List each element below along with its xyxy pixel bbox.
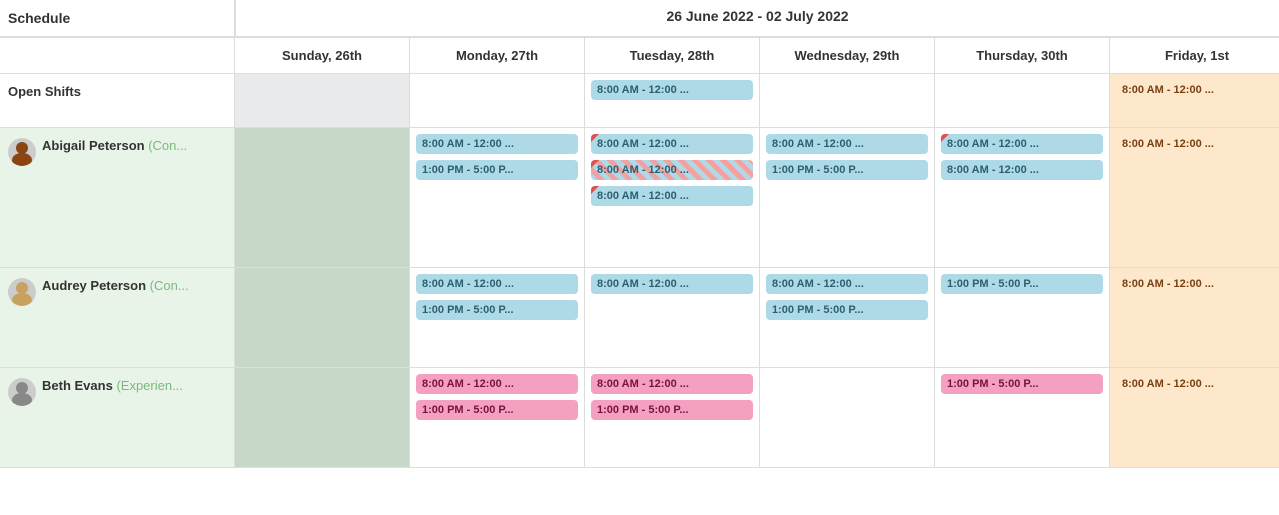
beth-tue: 8:00 AM - 12:00 ... 1:00 PM - 5:00 P... xyxy=(585,368,760,468)
shift-block[interactable]: 8:00 AM - 12:00 ... xyxy=(416,274,578,294)
open-shifts-wed xyxy=(760,74,935,128)
shift-block[interactable]: 8:00 AM - 12:00 ... xyxy=(941,160,1103,180)
open-shifts-fri: 8:00 AM - 12:00 ... xyxy=(1110,74,1279,128)
audrey-fri: 8:00 AM - 12:00 ... xyxy=(1110,268,1279,368)
shift-block[interactable]: 8:00 AM - 12:00 ... xyxy=(1116,134,1278,154)
shift-block[interactable]: 1:00 PM - 5:00 P... xyxy=(766,300,928,320)
beth-sun xyxy=(235,368,410,468)
shift-block[interactable]: 8:00 AM - 12:00 ... xyxy=(1116,374,1278,394)
shift-block[interactable]: 8:00 AM - 12:00 ... xyxy=(766,274,928,294)
audrey-sun xyxy=(235,268,410,368)
beth-fri: 8:00 AM - 12:00 ... xyxy=(1110,368,1279,468)
shift-block[interactable]: 8:00 AM - 12:00 ... xyxy=(766,134,928,154)
shift-block[interactable]: 8:00 AM - 12:00 ... xyxy=(941,134,1103,154)
shift-block[interactable]: 8:00 AM - 12:00 ... xyxy=(591,134,753,154)
shift-block[interactable]: 8:00 AM - 12:00 ... xyxy=(591,186,753,206)
shift-block[interactable]: 8:00 AM - 12:00 ... xyxy=(591,374,753,394)
employee-name-abigail: Abigail Peterson xyxy=(42,138,145,153)
shift-block[interactable]: 1:00 PM - 5:00 P... xyxy=(416,300,578,320)
avatar-abigail xyxy=(8,138,36,166)
col-header-fri: Friday, 1st xyxy=(1110,38,1279,74)
date-range: 26 June 2022 - 02 July 2022 xyxy=(235,0,1279,37)
employee-role-audrey: (Con... xyxy=(150,278,189,293)
shift-block[interactable]: 8:00 AM - 12:00 ... xyxy=(591,274,753,294)
audrey-mon: 8:00 AM - 12:00 ... 1:00 PM - 5:00 P... xyxy=(410,268,585,368)
shift-block[interactable]: 1:00 PM - 5:00 P... xyxy=(766,160,928,180)
avatar-audrey xyxy=(8,278,36,306)
open-shifts-sun xyxy=(235,74,410,128)
schedule-container: Schedule 26 June 2022 - 02 July 2022 Sun… xyxy=(0,0,1279,468)
col-header-wed: Wednesday, 29th xyxy=(760,38,935,74)
employee-role-abigail: (Con... xyxy=(148,138,187,153)
employee-role-beth: (Experien... xyxy=(116,378,182,393)
employee-name-beth: Beth Evans xyxy=(42,378,113,393)
avatar-beth xyxy=(8,378,36,406)
col-header-sun: Sunday, 26th xyxy=(235,38,410,74)
employee-name-audrey: Audrey Peterson xyxy=(42,278,146,293)
abigail-mon: 8:00 AM - 12:00 ... 1:00 PM - 5:00 P... xyxy=(410,128,585,268)
schedule-title: Schedule xyxy=(0,0,235,37)
beth-wed xyxy=(760,368,935,468)
beth-mon: 8:00 AM - 12:00 ... 1:00 PM - 5:00 P... xyxy=(410,368,585,468)
shift-block[interactable]: 1:00 PM - 5:00 P... xyxy=(416,160,578,180)
beth-thu: 1:00 PM - 5:00 P... xyxy=(935,368,1110,468)
audrey-thu: 1:00 PM - 5:00 P... xyxy=(935,268,1110,368)
col-header-tue: Tuesday, 28th xyxy=(585,38,760,74)
abigail-sun xyxy=(235,128,410,268)
audrey-wed: 8:00 AM - 12:00 ... 1:00 PM - 5:00 P... xyxy=(760,268,935,368)
shift-block[interactable]: 8:00 AM - 12:00 ... xyxy=(1116,80,1278,100)
employee-row-label-audrey: Audrey Peterson (Con... xyxy=(0,268,235,368)
empty-header-cell xyxy=(0,38,235,74)
abigail-thu: 8:00 AM - 12:00 ... 8:00 AM - 12:00 ... xyxy=(935,128,1110,268)
abigail-fri: 8:00 AM - 12:00 ... xyxy=(1110,128,1279,268)
open-shifts-mon xyxy=(410,74,585,128)
open-shifts-tue: 8:00 AM - 12:00 ... xyxy=(585,74,760,128)
open-shifts-label: Open Shifts xyxy=(0,74,235,128)
shift-block[interactable]: 1:00 PM - 5:00 P... xyxy=(941,374,1103,394)
col-header-mon: Monday, 27th xyxy=(410,38,585,74)
shift-block[interactable]: 8:00 AM - 12:00 ... xyxy=(416,374,578,394)
shift-block[interactable]: 1:00 PM - 5:00 P... xyxy=(416,400,578,420)
shift-block[interactable]: 8:00 AM - 12:00 ... xyxy=(416,134,578,154)
col-header-thu: Thursday, 30th xyxy=(935,38,1110,74)
abigail-wed: 8:00 AM - 12:00 ... 1:00 PM - 5:00 P... xyxy=(760,128,935,268)
abigail-tue: 8:00 AM - 12:00 ... 8:00 AM - 12:00 ... … xyxy=(585,128,760,268)
shift-block[interactable]: 8:00 AM - 12:00 ... xyxy=(591,160,753,180)
shift-block[interactable]: 1:00 PM - 5:00 P... xyxy=(941,274,1103,294)
shift-block[interactable]: 8:00 AM - 12:00 ... xyxy=(1116,274,1278,294)
open-shifts-thu xyxy=(935,74,1110,128)
employee-row-label-abigail: Abigail Peterson (Con... xyxy=(0,128,235,268)
shift-block[interactable]: 1:00 PM - 5:00 P... xyxy=(591,400,753,420)
audrey-tue: 8:00 AM - 12:00 ... xyxy=(585,268,760,368)
employee-row-label-beth: Beth Evans (Experien... xyxy=(0,368,235,468)
shift-block[interactable]: 8:00 AM - 12:00 ... xyxy=(591,80,753,100)
